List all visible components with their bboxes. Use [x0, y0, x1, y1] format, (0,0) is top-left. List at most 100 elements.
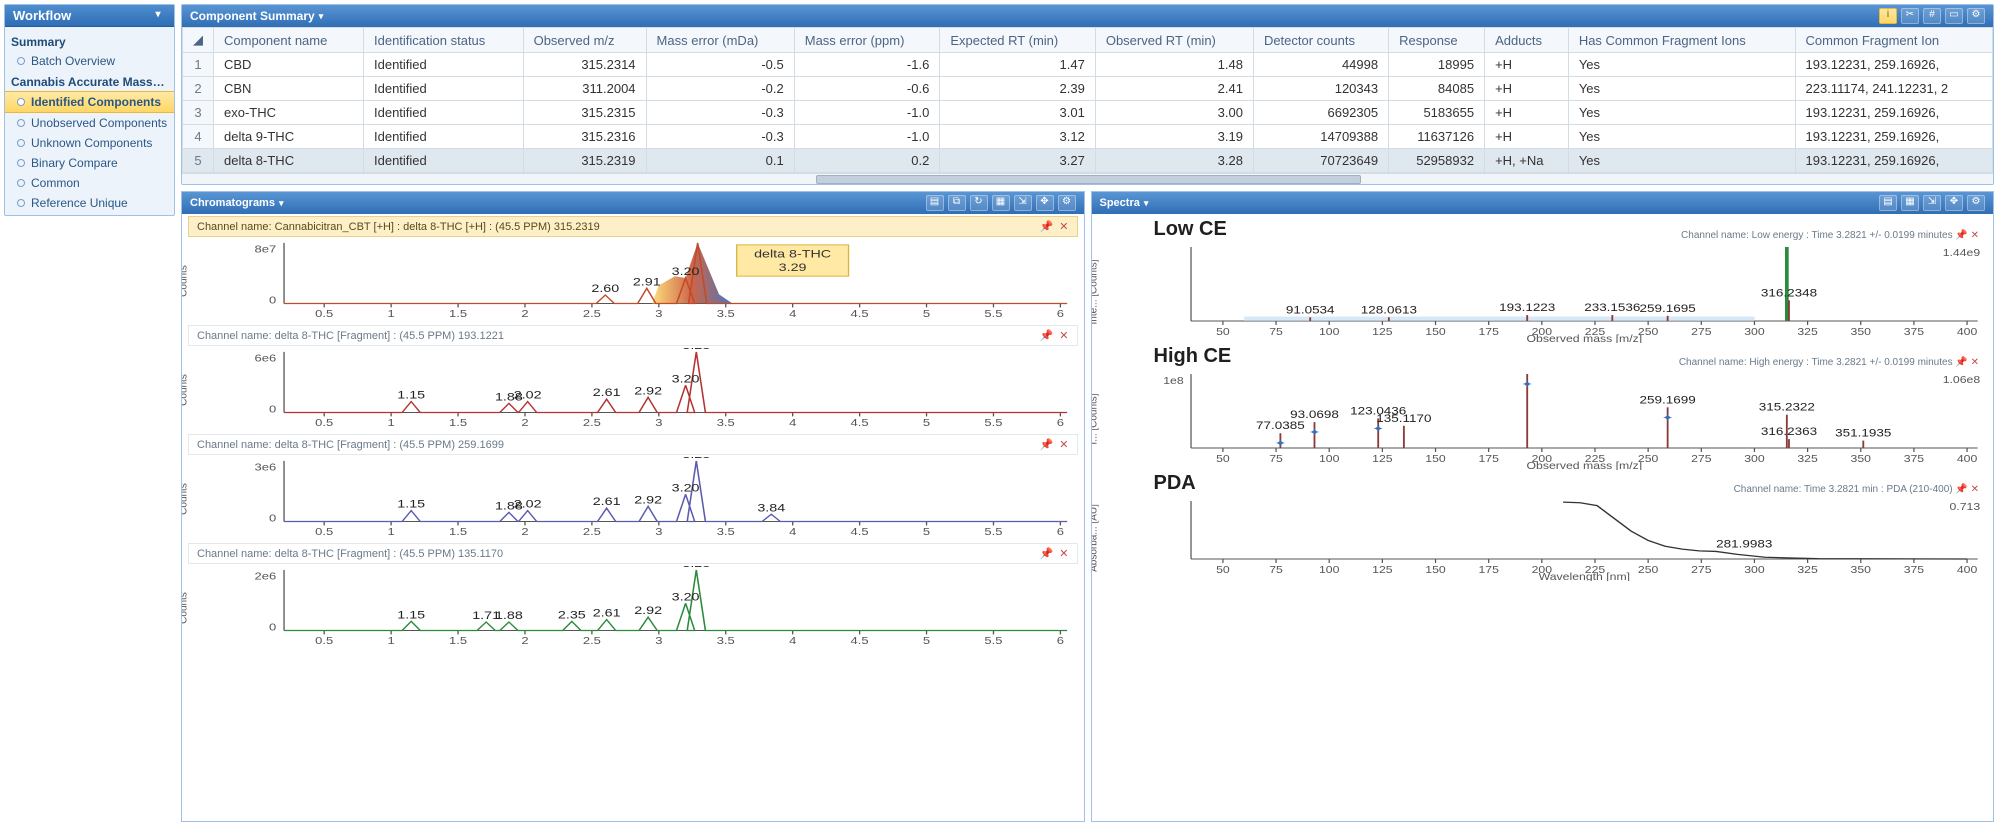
svg-text:2.92: 2.92 — [634, 605, 662, 617]
cell-status: Identified — [364, 125, 524, 149]
settings-icon[interactable]: ⚙ — [1058, 195, 1076, 211]
workflow-item[interactable]: Binary Compare — [5, 153, 174, 173]
grid-icon[interactable]: ▦ — [1901, 195, 1919, 211]
svg-text:3: 3 — [655, 419, 662, 429]
workflow-dropdown-icon[interactable]: ▾ — [150, 9, 166, 23]
cell-det: 6692305 — [1253, 101, 1388, 125]
component-table-scroll[interactable]: ◢Component nameIdentification statusObse… — [182, 27, 1993, 173]
workflow-item[interactable]: Batch Overview — [5, 51, 174, 71]
chromatogram-plot[interactable]: 0.511.522.533.544.555.562e601.151.711.88… — [232, 566, 1078, 652]
column-header[interactable]: Response — [1389, 28, 1485, 53]
bullet-icon — [17, 139, 25, 147]
pin-icon[interactable]: 📌 — [1040, 330, 1054, 342]
column-header[interactable]: Has Common Fragment Ions — [1568, 28, 1795, 53]
svg-text:Observed mass [m/z]: Observed mass [m/z] — [1526, 461, 1642, 470]
svg-text:5.5: 5.5 — [984, 310, 1002, 320]
column-header[interactable]: Mass error (ppm) — [794, 28, 940, 53]
column-header[interactable]: Identification status — [364, 28, 524, 53]
info-icon[interactable]: i — [1879, 8, 1897, 24]
table-row[interactable]: 2CBNIdentified311.2004-0.2-0.62.392.4112… — [183, 77, 1993, 101]
close-icon[interactable]: ✕ — [1971, 230, 1979, 241]
column-header[interactable]: Observed RT (min) — [1095, 28, 1253, 53]
pin-icon[interactable]: 📌 — [1955, 230, 1967, 241]
table-row[interactable]: 5delta 8-THCIdentified315.23190.10.23.27… — [183, 149, 1993, 173]
close-icon[interactable]: ✕ — [1059, 439, 1068, 451]
chromatograms-panel: Chromatograms▾ ▤ ⧉ ↻ ▦ ⇲ ✥ ⚙ Channel nam… — [181, 191, 1085, 822]
pin-icon[interactable]: 📌 — [1040, 548, 1054, 560]
refresh-icon[interactable]: ↻ — [970, 195, 988, 211]
workflow-item[interactable]: Identified Components — [5, 91, 174, 113]
column-header[interactable]: Detector counts — [1253, 28, 1388, 53]
cell-status: Identified — [364, 101, 524, 125]
column-header[interactable]: Mass error (mDa) — [646, 28, 794, 53]
cell-adducts: +H — [1485, 101, 1569, 125]
column-header[interactable]: Common Fragment Ion — [1795, 28, 1993, 53]
svg-text:125: 125 — [1372, 327, 1392, 338]
pin-icon[interactable]: 📌 — [1955, 357, 1967, 368]
export-icon[interactable]: ⇲ — [1923, 195, 1941, 211]
column-header[interactable]: Adducts — [1485, 28, 1569, 53]
tool-icon[interactable]: ▤ — [1879, 195, 1897, 211]
svg-text:1: 1 — [387, 637, 394, 647]
cell-name: delta 9-THC — [214, 125, 364, 149]
spectrum-plot[interactable]: 5075100125150175200225250275300325350375… — [1142, 497, 1988, 581]
spectra-title[interactable]: Spectra▾ — [1100, 197, 1149, 209]
close-icon[interactable]: ✕ — [1059, 221, 1068, 233]
channel-label: Channel name: Cannabicitran_CBT [+H] : d… — [188, 216, 1078, 237]
table-row[interactable]: 4delta 9-THCIdentified315.2316-0.3-1.03.… — [183, 125, 1993, 149]
close-icon[interactable]: ✕ — [1059, 330, 1068, 342]
settings-icon[interactable]: ⚙ — [1967, 195, 1985, 211]
close-icon[interactable]: ✕ — [1971, 357, 1979, 368]
chromatogram-plot[interactable]: 0.511.522.533.544.555.563e601.151.882.02… — [232, 457, 1078, 543]
spectrum-plot[interactable]: 5075100125150175200225250275300325350375… — [1142, 243, 1988, 343]
pin-icon[interactable]: 📌 — [1955, 484, 1967, 495]
cell-ppm: -0.6 — [794, 77, 940, 101]
column-header[interactable]: Expected RT (min) — [940, 28, 1096, 53]
pin-icon[interactable]: 📌 — [1040, 439, 1054, 451]
gear-icon[interactable]: ⚙ — [1967, 8, 1985, 24]
svg-text:0.713: 0.713 — [1949, 502, 1980, 513]
column-header[interactable]: Observed m/z — [523, 28, 646, 53]
pin-icon[interactable]: 📌 — [1040, 221, 1054, 233]
spectrum-heading: High CE — [1154, 345, 1232, 368]
channel-label: Channel name: delta 8-THC [Fragment] : (… — [188, 434, 1078, 455]
hash-icon[interactable]: # — [1923, 8, 1941, 24]
workflow-item[interactable]: Unobserved Components — [5, 113, 174, 133]
export-icon[interactable]: ⇲ — [1014, 195, 1032, 211]
svg-text:4: 4 — [789, 528, 797, 538]
table-row[interactable]: 1CBDIdentified315.2314-0.5-1.61.471.4844… — [183, 53, 1993, 77]
svg-text:135.1170: 135.1170 — [1376, 412, 1431, 425]
workflow-item[interactable]: Reference Unique — [5, 193, 174, 213]
move-icon[interactable]: ✥ — [1036, 195, 1054, 211]
chromatogram-plot[interactable]: 0.511.522.533.544.555.568e702.602.913.20… — [232, 239, 1078, 325]
copy-icon[interactable]: ⧉ — [948, 195, 966, 211]
svg-text:2: 2 — [521, 419, 528, 429]
chromatograms-title[interactable]: Chromatograms▾ — [190, 197, 284, 209]
component-summary-title[interactable]: Component Summary▾ — [190, 9, 323, 23]
corner-cell[interactable]: ◢ — [183, 28, 214, 53]
close-icon[interactable]: ✕ — [1971, 484, 1979, 495]
svg-text:400: 400 — [1956, 565, 1976, 576]
tool-icon[interactable]: ✂ — [1901, 8, 1919, 24]
workflow-item[interactable]: Common — [5, 173, 174, 193]
window-icon[interactable]: ▭ — [1945, 8, 1963, 24]
grid-icon[interactable]: ▦ — [992, 195, 1010, 211]
horizontal-scrollbar[interactable] — [182, 173, 1993, 184]
svg-text:316.2363: 316.2363 — [1760, 425, 1816, 438]
svg-text:375: 375 — [1903, 454, 1923, 465]
cell-cfi: 193.12231, 259.16926, — [1795, 149, 1993, 173]
spectrum-plot[interactable]: 5075100125150175200225250275300325350375… — [1142, 370, 1988, 470]
svg-text:1.5: 1.5 — [449, 310, 467, 320]
chromatogram-plot[interactable]: 0.511.522.533.544.555.566e601.151.882.02… — [232, 348, 1078, 434]
svg-text:6e6: 6e6 — [255, 354, 277, 364]
move-icon[interactable]: ✥ — [1945, 195, 1963, 211]
tool-icon[interactable]: ▤ — [926, 195, 944, 211]
column-header[interactable]: Component name — [214, 28, 364, 53]
close-icon[interactable]: ✕ — [1059, 548, 1068, 560]
table-row[interactable]: 3exo-THCIdentified315.2315-0.3-1.03.013.… — [183, 101, 1993, 125]
svg-text:125: 125 — [1372, 454, 1392, 465]
workflow-item[interactable]: Unknown Components — [5, 133, 174, 153]
svg-text:8e7: 8e7 — [255, 245, 277, 255]
svg-text:1.15: 1.15 — [397, 498, 425, 510]
workflow-item-label: Unobserved Components — [31, 116, 167, 130]
